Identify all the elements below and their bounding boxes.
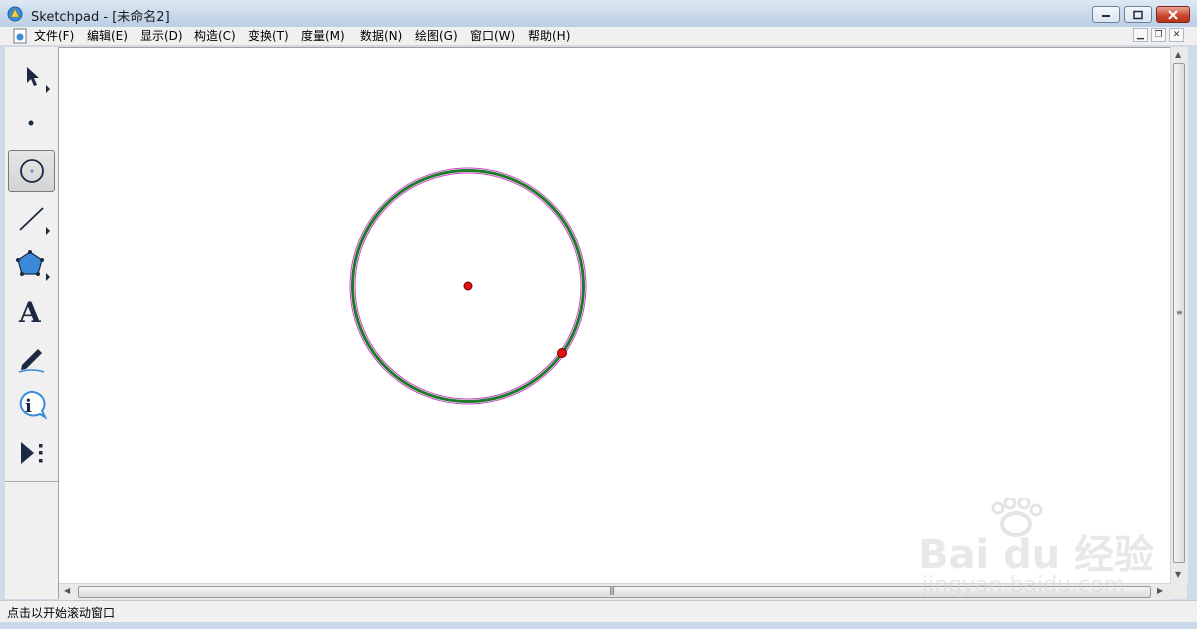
arrow-icon xyxy=(27,67,50,93)
menu-measure[interactable]: 度量(M) xyxy=(301,28,345,44)
svg-text:A: A xyxy=(18,296,42,329)
scroll-up-icon[interactable]: ▲ xyxy=(1175,50,1181,59)
menu-bar: 文件(F) 编辑(E) 显示(D) 构造(C) 变换(T) 度量(M) 数据(N… xyxy=(0,27,1197,46)
close-icon xyxy=(1168,9,1178,20)
circle-center-point[interactable] xyxy=(463,281,473,291)
minimize-icon xyxy=(1102,14,1110,17)
compass-tool[interactable] xyxy=(8,150,55,192)
scroll-down-icon[interactable]: ▼ xyxy=(1175,570,1181,579)
menu-edit[interactable]: 编辑(E) xyxy=(87,28,128,44)
information-tool[interactable]: i xyxy=(8,384,55,426)
minimize-button[interactable] xyxy=(1092,6,1120,23)
scroll-left-icon[interactable]: ◀ xyxy=(64,586,70,595)
pentagon-icon xyxy=(16,250,50,281)
status-text: 点击以开始滚动窗口 xyxy=(7,606,116,620)
toolbox: A i xyxy=(5,47,59,599)
play-dots-icon xyxy=(21,442,43,464)
menu-display[interactable]: 显示(D) xyxy=(140,28,183,44)
restore-button[interactable] xyxy=(1124,6,1152,23)
text-A-icon: A xyxy=(18,296,42,329)
watermark-brand: Bai du 经验 xyxy=(918,532,1155,578)
toolbox-divider xyxy=(5,481,58,482)
circle-radius-point[interactable] xyxy=(557,348,567,358)
svg-text:i: i xyxy=(25,396,32,417)
scrollbar-corner xyxy=(1170,583,1187,599)
polygon-tool[interactable] xyxy=(8,243,55,285)
text-tool[interactable]: A xyxy=(8,290,55,332)
minimize-icon: ▁ xyxy=(1137,30,1144,40)
menu-transform[interactable]: 变换(T) xyxy=(248,28,289,44)
marker-tool[interactable] xyxy=(8,337,55,379)
point-icon xyxy=(28,120,34,126)
doc-minimize-button[interactable]: ▁ xyxy=(1133,28,1148,42)
title-bar: Sketchpad - [未命名2] xyxy=(0,0,1197,28)
watermark-url: jingyan.baidu.com xyxy=(922,573,1126,598)
custom-tool[interactable] xyxy=(8,431,55,473)
document-icon[interactable] xyxy=(12,28,28,44)
close-button[interactable] xyxy=(1156,6,1190,23)
grip-icon: ||| xyxy=(609,586,615,595)
close-icon: ✕ xyxy=(1172,30,1181,40)
scroll-right-icon[interactable]: ▶ xyxy=(1157,586,1163,595)
vertical-scrollbar[interactable]: ▲ ≡ ▼ xyxy=(1170,47,1188,583)
restore-icon: ❐ xyxy=(1154,30,1163,40)
pen-icon xyxy=(18,349,45,373)
menu-construct[interactable]: 构造(C) xyxy=(194,28,236,44)
baidu-watermark: Bai du 经验 jingyan.baidu.com xyxy=(918,498,1154,598)
status-bar: 点击以开始滚动窗口 xyxy=(0,600,1197,623)
straightedge-tool[interactable] xyxy=(8,197,55,239)
menu-data[interactable]: 数据(N) xyxy=(360,28,402,44)
taskbar-strip xyxy=(0,622,1197,629)
point-tool[interactable] xyxy=(8,102,55,144)
menu-window[interactable]: 窗口(W) xyxy=(470,28,515,44)
restore-icon xyxy=(1133,10,1143,19)
menu-help[interactable]: 帮助(H) xyxy=(528,28,570,44)
sketchpad-app-icon[interactable] xyxy=(7,6,23,22)
menu-file[interactable]: 文件(F) xyxy=(34,28,74,44)
selection-arrow-tool[interactable] xyxy=(8,55,55,97)
circle-icon xyxy=(20,159,44,183)
menu-graph[interactable]: 绘图(G) xyxy=(415,28,458,44)
vertical-scroll-thumb[interactable]: ≡ xyxy=(1173,63,1185,563)
grip-icon: ≡ xyxy=(1176,308,1183,317)
doc-close-button[interactable]: ✕ xyxy=(1169,28,1184,42)
doc-restore-button[interactable]: ❐ xyxy=(1151,28,1166,42)
window-title: Sketchpad - [未命名2] xyxy=(31,10,170,25)
segment-icon xyxy=(19,207,50,235)
info-icon: i xyxy=(19,390,48,420)
